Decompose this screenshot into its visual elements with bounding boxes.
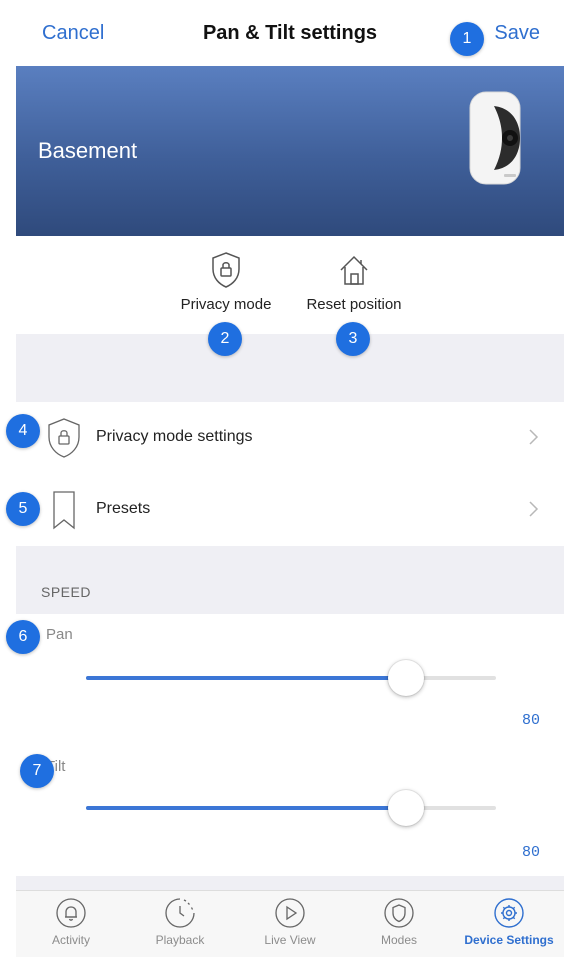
tab-label: Device Settings xyxy=(464,933,554,947)
tab-label: Modes xyxy=(380,933,418,947)
gear-icon xyxy=(494,898,524,928)
list-item-privacy-mode-settings[interactable]: Privacy mode settings xyxy=(16,402,564,474)
bookmark-icon xyxy=(53,491,75,530)
speed-sliders: Pan 80 Tilt 80 xyxy=(16,614,564,876)
speed-header-label: SPEED xyxy=(41,584,91,600)
chevron-right-icon xyxy=(529,501,539,517)
shield-lock-icon xyxy=(212,252,240,288)
clock-icon xyxy=(165,898,195,928)
home-icon xyxy=(340,255,368,285)
tab-bar: Activity Playback Live View Modes Device… xyxy=(16,890,564,957)
callout-badge: 3 xyxy=(336,322,370,356)
settings-list: Privacy mode settings Presets xyxy=(16,402,564,546)
tab-activity[interactable]: Activity xyxy=(16,897,126,947)
tilt-slider-thumb[interactable] xyxy=(387,790,424,826)
quick-actions: Privacy mode Reset position xyxy=(16,236,564,334)
pan-label: Pan xyxy=(46,626,73,643)
callout-badge: 4 xyxy=(6,414,40,448)
pan-slider-thumb[interactable] xyxy=(387,660,424,696)
section-divider xyxy=(16,334,564,402)
list-item-label: Privacy mode settings xyxy=(96,428,253,445)
tilt-slider[interactable] xyxy=(86,790,496,826)
tab-device-settings[interactable]: Device Settings xyxy=(454,897,564,947)
shield-lock-icon xyxy=(48,418,80,458)
callout-badge: 6 xyxy=(6,620,40,654)
save-button[interactable]: Save xyxy=(494,22,540,45)
list-item-presets[interactable]: Presets xyxy=(16,474,564,546)
pan-slider[interactable] xyxy=(86,660,496,696)
tab-modes[interactable]: Modes xyxy=(344,897,454,947)
device-banner: Basement xyxy=(16,66,564,236)
callout-badge: 5 xyxy=(6,492,40,526)
camera-image xyxy=(469,91,521,185)
callout-badge: 7 xyxy=(20,754,54,788)
app-frame: Cancel Pan & Tilt settings Save Basement… xyxy=(16,0,564,957)
chevron-right-icon xyxy=(529,429,539,445)
privacy-mode-button[interactable]: Privacy mode xyxy=(166,250,286,313)
bell-icon xyxy=(56,898,86,928)
pan-value: 80 xyxy=(521,712,540,729)
section-divider xyxy=(16,876,564,890)
tab-label: Live View xyxy=(264,933,316,947)
reset-position-button[interactable]: Reset position xyxy=(294,250,414,313)
play-icon xyxy=(275,898,305,928)
pan-slider-fill xyxy=(86,676,406,680)
shield-icon xyxy=(384,898,414,928)
tab-label: Activity xyxy=(51,933,90,947)
list-item-label: Presets xyxy=(96,500,151,517)
callout-badge: 1 xyxy=(450,22,484,56)
tab-label: Playback xyxy=(155,933,205,947)
privacy-mode-label: Privacy mode xyxy=(180,296,272,313)
reset-position-label: Reset position xyxy=(306,296,402,313)
tilt-value: 80 xyxy=(521,844,540,861)
callout-badge: 2 xyxy=(208,322,242,356)
speed-section-header: SPEED xyxy=(16,546,564,614)
tab-playback[interactable]: Playback xyxy=(125,897,235,947)
device-name: Basement xyxy=(38,138,138,163)
tab-live-view[interactable]: Live View xyxy=(235,897,345,947)
tilt-slider-fill xyxy=(86,806,406,810)
